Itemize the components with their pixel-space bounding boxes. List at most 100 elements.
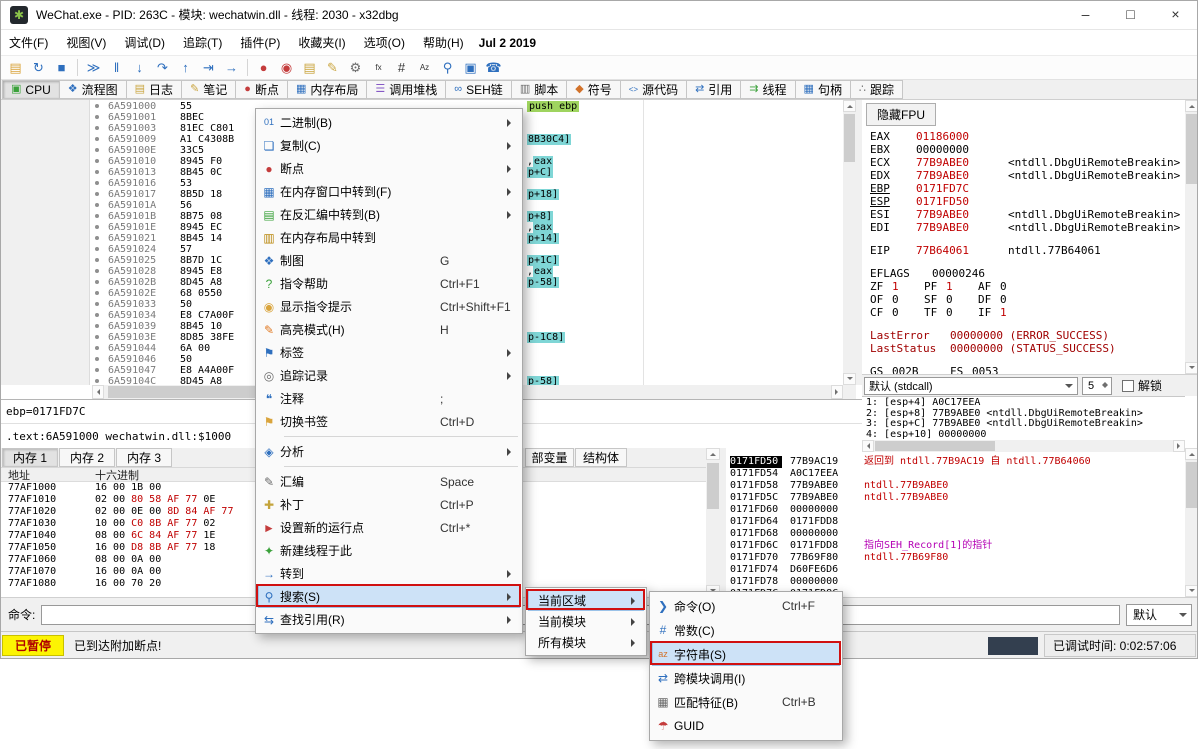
menu-item-trace-record[interactable]: ◎追踪记录 xyxy=(258,364,520,387)
menubar-item[interactable]: 追踪(T) xyxy=(174,30,231,56)
breakpoint-dot[interactable] xyxy=(95,302,99,306)
maximize-button[interactable]: □ xyxy=(1108,0,1153,30)
breakpoint-dot[interactable] xyxy=(95,214,99,218)
registers-vscrollbar-arrow-start[interactable] xyxy=(1185,100,1198,112)
breakpoint-dot[interactable] xyxy=(95,269,99,273)
dump-vscrollbar-arrow-start[interactable] xyxy=(706,448,720,460)
stack-row[interactable]: 0171FD74D60FE6D6 xyxy=(726,564,1185,576)
tab-memory-map[interactable]: ▦内存布局 xyxy=(287,80,367,99)
menubar-item[interactable]: 选项(O) xyxy=(355,30,414,56)
stack-row[interactable]: 0171FD640171FDD8 xyxy=(726,516,1185,528)
stack-row[interactable]: 0171FD5077B9AC19返回到 ntdll.77B9AC19 自 ntd… xyxy=(726,456,1185,468)
trace-button[interactable]: ◉ xyxy=(275,57,298,78)
remote-button[interactable]: ☎ xyxy=(482,57,505,78)
menu-item-command[interactable]: ❯命令(O)Ctrl+F xyxy=(652,594,840,618)
restart-button[interactable]: ↻ xyxy=(27,57,50,78)
strings-button[interactable]: Az xyxy=(413,57,436,78)
stack-row[interactable]: 0171FD7077B69F80ntdll.77B69F80 xyxy=(726,552,1185,564)
open-file-button[interactable]: ▤ xyxy=(4,57,27,78)
notes-button[interactable]: ✎ xyxy=(321,57,344,78)
stack-row[interactable]: 0171FD6000000000 xyxy=(726,504,1185,516)
stack-row[interactable]: 0171FD54A0C17EEA xyxy=(726,468,1185,480)
command-profile-select[interactable]: 默认 xyxy=(1126,604,1192,626)
disasm-hscrollbar-arrow-end[interactable] xyxy=(831,385,843,399)
breakpoint-dot[interactable] xyxy=(95,225,99,229)
menu-item-highlight-mode[interactable]: ✎高亮模式(H)H xyxy=(258,318,520,341)
stack-row[interactable]: 0171FD5C77B9ABE0ntdll.77B9ABE0 xyxy=(726,492,1185,504)
menu-item-toggle-bookmark[interactable]: ⚑切换书签Ctrl+D xyxy=(258,410,520,433)
stack-vscrollbar-arrow-end[interactable] xyxy=(1185,585,1198,597)
stack-row[interactable]: 0171FD6800000000 xyxy=(726,528,1185,540)
breakpoint-dot[interactable] xyxy=(95,203,99,207)
breakpoint-dot[interactable] xyxy=(95,379,99,383)
breakpoint-dot[interactable] xyxy=(95,192,99,196)
menu-item-intermodular-calls[interactable]: ⇄跨模块调用(I) xyxy=(652,666,840,690)
hide-fpu-button[interactable]: 隐藏FPU xyxy=(866,103,936,126)
menu-item-follow-in-disasm[interactable]: ▤在反汇编中转到(B) xyxy=(258,203,520,226)
breakpoint-dot[interactable] xyxy=(95,159,99,163)
registers-panel[interactable]: 隐藏FPU EAX01186000EBX00000000ECX77B9ABE0<… xyxy=(862,100,1185,374)
menu-item-binary[interactable]: 01二进制(B) xyxy=(258,111,520,134)
menubar-item[interactable]: 帮助(H) xyxy=(414,30,473,56)
dump-tab-dump2[interactable]: 内存 2 xyxy=(59,448,115,467)
dump-tab-struct[interactable]: 结构体 xyxy=(575,448,627,467)
breakpoint-dot[interactable] xyxy=(95,258,99,262)
menubar-item[interactable]: 调试(D) xyxy=(115,30,174,56)
registers-vscrollbar-thumb[interactable] xyxy=(1186,114,1197,184)
breakpoint-dot[interactable] xyxy=(95,115,99,119)
breakpoint-dot[interactable] xyxy=(95,148,99,152)
breakpoint-dot[interactable] xyxy=(95,280,99,284)
stack-vscrollbar-arrow-start[interactable] xyxy=(1185,448,1198,460)
menu-item-current-module[interactable]: 当前模块 xyxy=(528,611,644,632)
menu-item-find-references[interactable]: ⇆查找引用(R) xyxy=(258,608,520,631)
stack-panel[interactable]: 0171FD5077B9AC19返回到 ntdll.77B9AC19 自 ntd… xyxy=(726,452,1185,597)
disasm-vscrollbar-arrow-end[interactable] xyxy=(843,373,856,385)
menu-item-assemble[interactable]: ✎汇编Space xyxy=(258,470,520,493)
tab-notes[interactable]: ✎笔记 xyxy=(181,80,236,99)
dump-tab-dump3[interactable]: 内存 3 xyxy=(116,448,172,467)
tab-handles[interactable]: ▦句柄 xyxy=(795,80,851,99)
menu-item-all-modules[interactable]: 所有模块 xyxy=(528,632,644,653)
tab-script[interactable]: ▥脚本 xyxy=(511,80,567,99)
tab-breakpoints[interactable]: ●断点 xyxy=(235,80,288,99)
breakpoint-dot[interactable] xyxy=(95,291,99,295)
spinner-down-icon[interactable] xyxy=(1102,385,1108,391)
breakpoint-dot[interactable] xyxy=(95,324,99,328)
breakpoint-dot[interactable] xyxy=(95,137,99,141)
menu-item-copy[interactable]: ❏复制(C) xyxy=(258,134,520,157)
settings-button[interactable]: ⚙ xyxy=(344,57,367,78)
breakpoint-dot[interactable] xyxy=(95,104,99,108)
stop-button[interactable]: ■ xyxy=(50,57,73,78)
menu-item-comment[interactable]: ❝注释; xyxy=(258,387,520,410)
tab-log[interactable]: ▤日志 xyxy=(126,80,182,99)
args-hscrollbar-arrow-start[interactable] xyxy=(862,440,874,452)
arguments-panel[interactable]: 1: [esp+4] A0C17EEA2: [esp+8] 77B9ABE0 <… xyxy=(862,396,1185,440)
menu-item-current-region[interactable]: 当前区域 xyxy=(528,590,644,611)
tab-trace[interactable]: ∴跟踪 xyxy=(850,80,903,99)
tab-symbols[interactable]: ◆符号 xyxy=(566,80,620,99)
menu-item-follow-in-memmap[interactable]: ▥在内存布局中转到 xyxy=(258,226,520,249)
tab-graph[interactable]: ❖流程图 xyxy=(59,80,127,99)
menubar-item[interactable]: 收藏夹(I) xyxy=(289,30,354,56)
stack-vscrollbar[interactable] xyxy=(1185,448,1198,597)
breakpoint-dot[interactable] xyxy=(95,126,99,130)
menu-item-follow-in-memory[interactable]: ▦在内存窗口中转到(F) xyxy=(258,180,520,203)
stack-row[interactable]: 0171FD6C0171FDD8指向SEH_Record[1]的指针 xyxy=(726,540,1185,552)
skip-button[interactable]: → xyxy=(220,57,243,78)
menu-item-label[interactable]: ⚑标签 xyxy=(258,341,520,364)
breakpoint-dot[interactable] xyxy=(95,368,99,372)
disasm-vscrollbar-arrow-start[interactable] xyxy=(843,100,856,112)
breakpoint-dot[interactable] xyxy=(95,346,99,350)
windows-button[interactable]: ▣ xyxy=(459,57,482,78)
menu-item-pattern[interactable]: ▦匹配特征(B)Ctrl+B xyxy=(652,690,840,714)
tab-references[interactable]: ⇄引用 xyxy=(686,80,741,99)
breakpoint-dot[interactable] xyxy=(95,357,99,361)
args-hscrollbar-thumb[interactable] xyxy=(875,441,995,451)
menu-item-new-thread-here[interactable]: ✦新建线程于此 xyxy=(258,539,520,562)
menu-item-help-on-mnemonic[interactable]: ?指令帮助Ctrl+F1 xyxy=(258,272,520,295)
tab-seh[interactable]: ∞SEH链 xyxy=(445,80,512,99)
search-button[interactable]: ⚲ xyxy=(436,57,459,78)
breakpoint-dot[interactable] xyxy=(95,236,99,240)
pause-button[interactable]: ‖ xyxy=(105,57,128,78)
tab-source[interactable]: <>源代码 xyxy=(620,80,687,99)
